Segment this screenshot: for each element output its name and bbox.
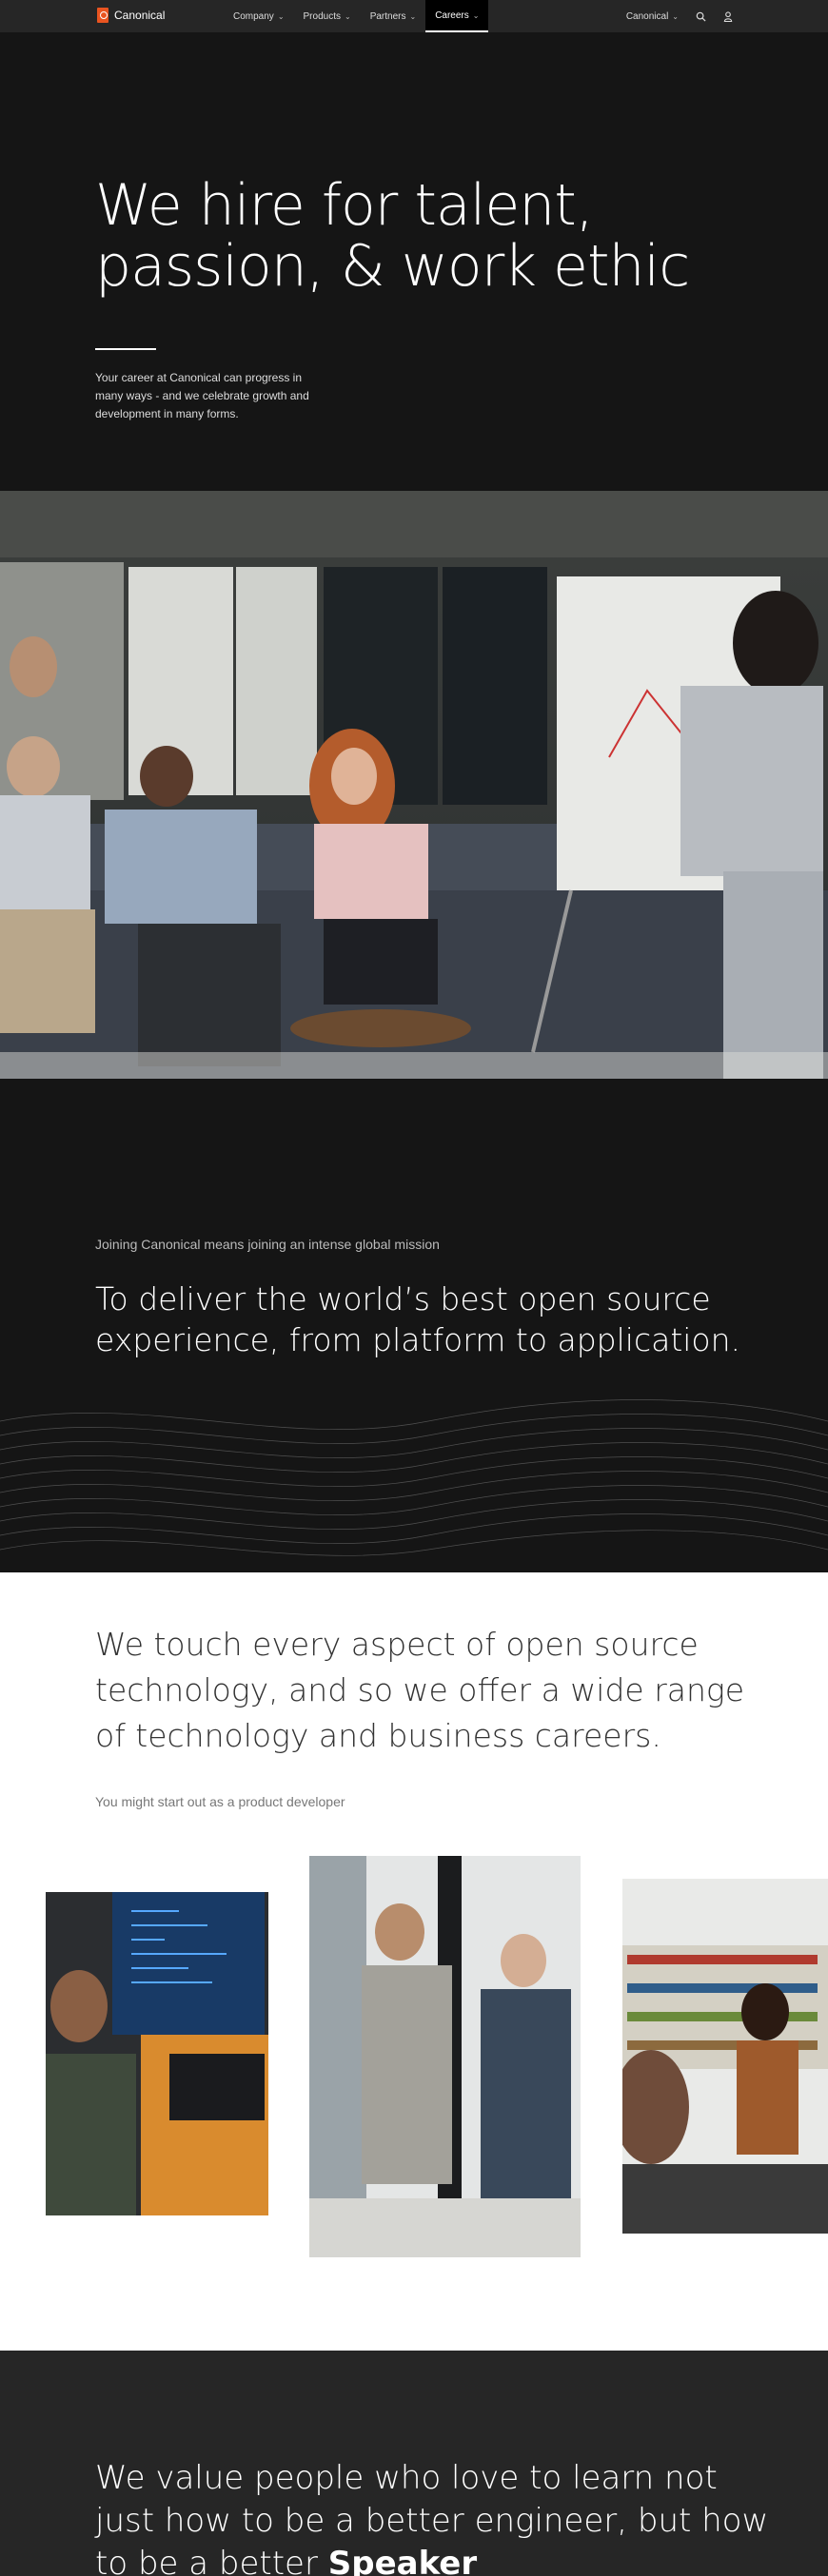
- nav-item-partners[interactable]: Partners ⌄: [361, 0, 426, 32]
- mission-kicker: Joining Canonical means joining an inten…: [95, 1237, 440, 1252]
- chevron-down-icon: ⌄: [344, 11, 351, 21]
- team-meeting-photo: [0, 491, 828, 1079]
- mission-section: Joining Canonical means joining an inten…: [0, 1079, 828, 1572]
- canonical-logo-icon: [97, 8, 108, 23]
- account-label: Canonical: [625, 10, 669, 22]
- values-section: We value people who love to learn not ju…: [0, 2351, 828, 2576]
- top-navigation: Canonical Company ⌄ Products ⌄ Partners …: [0, 0, 828, 32]
- hero-title: We hire for talent, passion, & work ethi…: [95, 172, 690, 300]
- nav-item-label: Products: [303, 10, 341, 22]
- brand-name: Canonical: [114, 9, 166, 22]
- canonical-logo[interactable]: Canonical: [97, 8, 165, 23]
- account-menu[interactable]: Canonical ⌄: [626, 11, 679, 22]
- hero-section: We hire for talent, passion, & work ethi…: [0, 32, 828, 491]
- colleagues-photo-card: [309, 1856, 581, 2257]
- nav-item-label: Company: [233, 10, 274, 22]
- nav-item-careers[interactable]: Careers ⌄: [425, 0, 489, 32]
- developer-photo-card: [46, 1892, 268, 2215]
- search-icon[interactable]: [696, 11, 706, 22]
- hero-description: Your career at Canonical can progress in…: [95, 371, 309, 420]
- careers-section: We touch every aspect of open source tec…: [0, 1572, 828, 2351]
- hero-divider: [95, 348, 156, 350]
- wave-graphic: [0, 1399, 828, 1556]
- mission-title: To deliver the world’s best open source …: [95, 1280, 741, 1358]
- office-discussion-photo-card: [622, 1879, 828, 2234]
- chevron-down-icon: ⌄: [472, 10, 480, 20]
- chevron-down-icon: ⌄: [277, 11, 285, 21]
- nav-item-label: Partners: [369, 10, 406, 22]
- nav-item-label: Careers: [435, 10, 469, 21]
- nav-menu: Company ⌄ Products ⌄ Partners ⌄ Careers …: [224, 0, 489, 32]
- values-title: We value people who love to learn not ju…: [95, 2457, 780, 2576]
- careers-subtitle: You might start out as a product develop…: [95, 1794, 345, 1809]
- nav-item-products[interactable]: Products ⌄: [294, 0, 361, 32]
- user-icon[interactable]: [723, 10, 733, 22]
- chevron-down-icon: ⌄: [409, 11, 417, 21]
- chevron-down-icon: ⌄: [672, 11, 679, 21]
- nav-item-company[interactable]: Company ⌄: [224, 0, 294, 32]
- nav-right: Canonical ⌄: [626, 0, 733, 32]
- values-title-highlight: Speaker: [327, 2545, 478, 2576]
- careers-title: We touch every aspect of open source tec…: [95, 1626, 745, 1754]
